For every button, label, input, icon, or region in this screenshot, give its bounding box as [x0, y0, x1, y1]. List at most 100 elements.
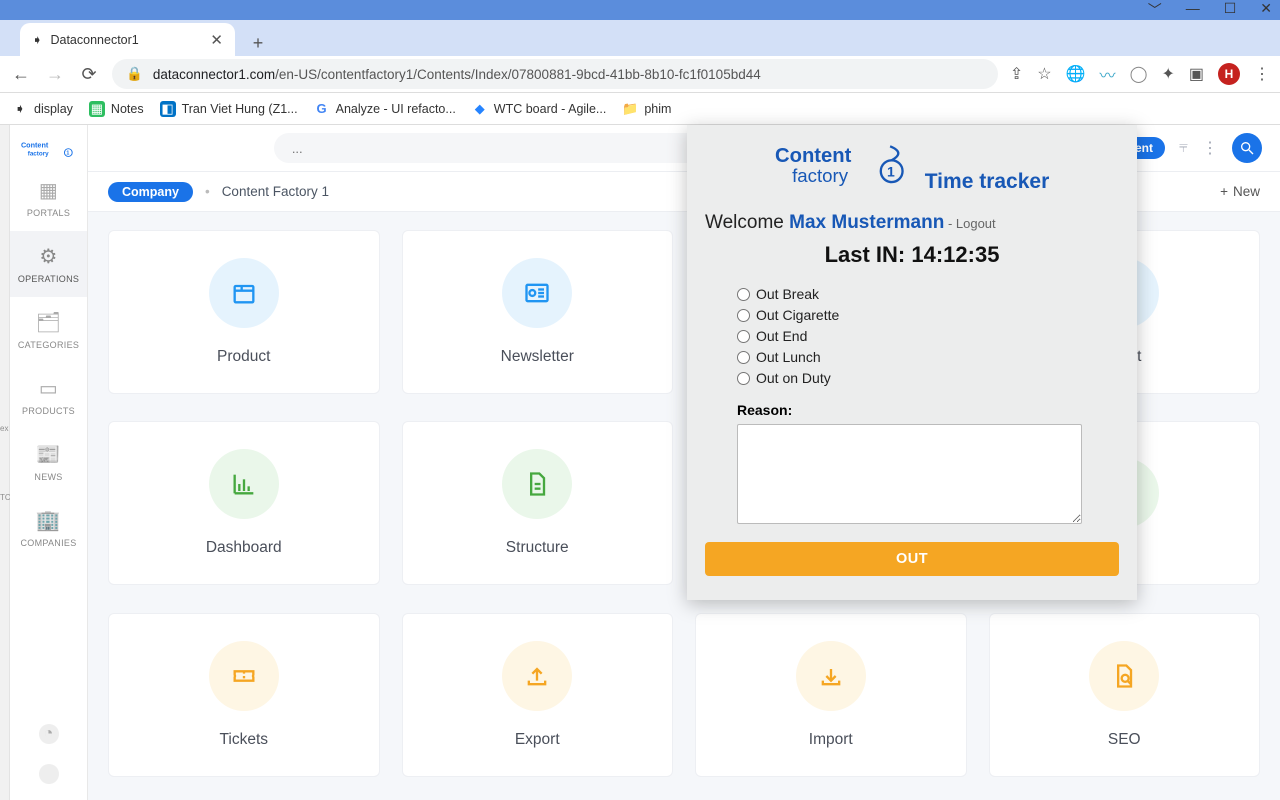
bookmark-item[interactable]: ▦ Notes — [89, 101, 144, 117]
share-icon[interactable]: ⇪ — [1010, 64, 1023, 84]
browser-tab[interactable]: ➧ Dataconnector1 ✕ — [20, 23, 235, 56]
sidebar-item-categories[interactable]: 🗂 CATEGORIES — [10, 297, 87, 363]
bookmark-star-icon[interactable]: ☆ — [1037, 64, 1051, 84]
sidebar-item-operations[interactable]: ⚙ OPERATIONS — [10, 231, 87, 297]
bookmark-item[interactable]: GAnalyze - UI refacto... — [314, 101, 456, 117]
extension-circle-icon[interactable]: ◯ — [1130, 64, 1148, 84]
window-minimize-icon[interactable]: — — [1186, 0, 1200, 20]
new-tab-button[interactable]: + — [245, 30, 271, 56]
extensions-puzzle-icon[interactable]: ✦ — [1161, 64, 1174, 84]
radio-label: Out Break — [756, 286, 819, 302]
products-icon: ▭ — [39, 376, 58, 401]
sidebar-clock-icon[interactable]: ◔ — [39, 724, 59, 744]
out-radio-option[interactable]: Out on Duty — [737, 370, 1119, 386]
bookmark-item[interactable]: ➧display — [12, 101, 73, 117]
out-radio-option[interactable]: Out Lunch — [737, 349, 1119, 365]
sidebar-item-companies[interactable]: 🏢 COMPANIES — [10, 495, 87, 561]
window-min-icon[interactable]: ﹀ — [1148, 0, 1162, 20]
card-label: Dashboard — [206, 539, 282, 557]
categories-icon: 🗂 — [36, 310, 62, 335]
operation-card[interactable]: Structure — [402, 421, 674, 585]
radio-input[interactable] — [737, 330, 750, 343]
extension-sync-icon[interactable]: 〰 — [1100, 62, 1116, 86]
bookmark-item[interactable]: ◧Tran Viet Hung (Z1... — [160, 101, 298, 117]
card-label: Export — [515, 731, 560, 749]
out-button[interactable]: OUT — [705, 542, 1119, 576]
tab-close-icon[interactable]: ✕ — [210, 31, 223, 49]
svg-text:Content: Content — [20, 141, 48, 150]
radio-label: Out Lunch — [756, 349, 821, 365]
radio-input[interactable] — [737, 309, 750, 322]
radio-label: Out Cigarette — [756, 307, 839, 323]
sidebar-item-label: PRODUCTS — [22, 406, 75, 416]
sidebar-item-label: PORTALS — [27, 208, 70, 218]
bookmark-label: display — [34, 102, 73, 116]
bookmark-icon: G — [314, 101, 330, 117]
app-sidebar: Contentfactory1 ▦ PORTALS ⚙ OPERATIONS 🗂… — [10, 125, 88, 800]
breadcrumb-current: Content Factory 1 — [222, 184, 329, 199]
out-radio-option[interactable]: Out Break — [737, 286, 1119, 302]
operation-card[interactable]: Import — [695, 613, 967, 777]
address-bar[interactable]: 🔒 dataconnector1.com/en-US/contentfactor… — [112, 59, 998, 89]
search-button[interactable] — [1232, 133, 1262, 163]
sidebar-item-products[interactable]: ▭ PRODUCTS — [10, 363, 87, 429]
sidebar-bell-icon[interactable] — [39, 764, 59, 784]
sidebar-item-news[interactable]: 📰 NEWS — [10, 429, 87, 495]
logout-link[interactable]: Logout — [956, 216, 996, 231]
bookmark-item[interactable]: ◆WTC board - Agile... — [472, 101, 607, 117]
bookmark-label: Notes — [111, 102, 144, 116]
portals-icon: ▦ — [39, 178, 58, 203]
more-icon[interactable]: ⋮ — [1202, 138, 1218, 158]
os-titlebar: ﹀ — ☐ ✕ — [0, 0, 1280, 20]
operation-card[interactable]: Newsletter — [402, 230, 674, 394]
out-radio-option[interactable]: Out End — [737, 328, 1119, 344]
window-close-icon[interactable]: ✕ — [1260, 0, 1272, 20]
lock-icon: 🔒 — [126, 66, 143, 82]
last-in-label: Last IN: — [825, 242, 912, 267]
welcome-prefix: Welcome — [705, 212, 789, 233]
card-icon — [502, 258, 572, 328]
out-reason-radios: Out Break Out Cigarette Out End Out Lunch Ou… — [737, 286, 1119, 386]
out-radio-option[interactable]: Out Cigarette — [737, 307, 1119, 323]
svg-text:factory: factory — [27, 151, 48, 158]
nav-reload-icon[interactable]: ⟳ — [78, 64, 100, 85]
operation-card[interactable]: Product — [108, 230, 380, 394]
operation-card[interactable]: Tickets — [108, 613, 380, 777]
radio-input[interactable] — [737, 288, 750, 301]
radio-label: Out End — [756, 328, 807, 344]
operation-card[interactable]: Export — [402, 613, 674, 777]
profile-avatar[interactable]: H — [1218, 63, 1240, 85]
last-in-time: 14:12:35 — [911, 242, 999, 267]
app-logo[interactable]: Contentfactory1 — [18, 135, 80, 165]
popup-last-in: Last IN: 14:12:35 — [705, 242, 1119, 268]
operation-card[interactable]: Dashboard — [108, 421, 380, 585]
nav-back-icon[interactable]: ← — [10, 64, 32, 85]
breadcrumb-pill[interactable]: Company — [108, 182, 193, 202]
operations-icon: ⚙ — [39, 244, 57, 269]
card-icon — [209, 641, 279, 711]
popup-user-name: Max Mustermann — [789, 212, 944, 233]
bookmark-item[interactable]: 📁phim — [622, 101, 671, 117]
new-label: New — [1233, 184, 1260, 199]
tab-favicon-icon: ➧ — [32, 32, 42, 47]
sidebar-item-label: CATEGORIES — [18, 340, 79, 350]
url-path: /en-US/contentfactory1/Contents/Index/07… — [275, 67, 761, 82]
card-icon — [796, 641, 866, 711]
filter-icon[interactable]: ⫧ — [1179, 139, 1188, 157]
new-button[interactable]: + New — [1220, 184, 1260, 199]
bookmark-label: Tran Viet Hung (Z1... — [182, 102, 298, 116]
radio-input[interactable] — [737, 351, 750, 364]
bookmark-icon: ▦ — [89, 101, 105, 117]
extension-globe-icon[interactable]: 🌐 — [1066, 64, 1086, 84]
window-maximize-icon[interactable]: ☐ — [1224, 0, 1237, 20]
card-label: SEO — [1108, 731, 1141, 749]
browser-menu-icon[interactable]: ⋮ — [1254, 64, 1270, 84]
tab-title: Dataconnector1 — [50, 33, 138, 47]
operation-card[interactable]: SEO — [989, 613, 1261, 777]
reason-textarea[interactable] — [737, 424, 1082, 524]
news-icon: 📰 — [36, 442, 61, 467]
radio-input[interactable] — [737, 372, 750, 385]
card-label: Product — [217, 348, 270, 366]
sidebar-item-portals[interactable]: ▦ PORTALS — [10, 165, 87, 231]
side-panel-icon[interactable]: ▣ — [1189, 64, 1204, 84]
